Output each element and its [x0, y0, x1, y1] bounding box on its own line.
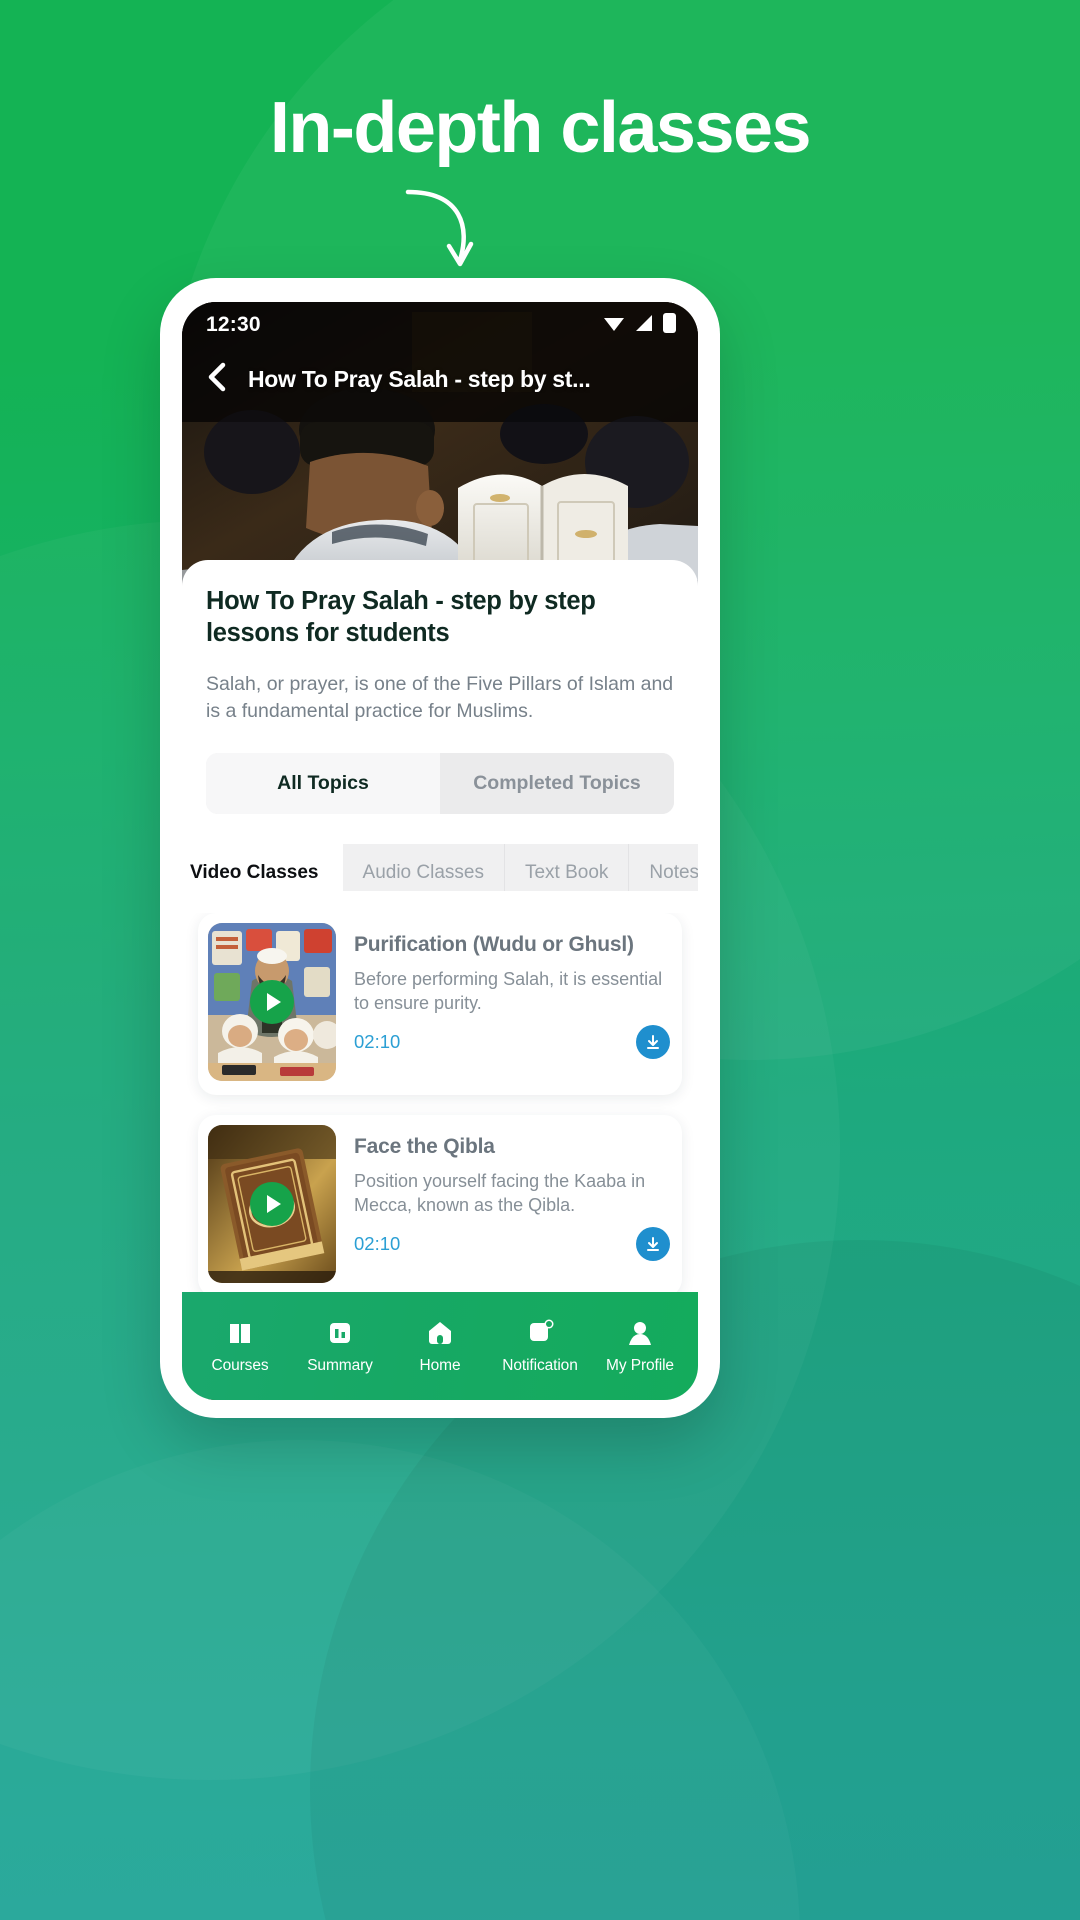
signal-icon [634, 314, 654, 337]
lesson-title: Purification (Wudu or Ghusl) [354, 932, 634, 956]
lesson-footer: 02:10 [354, 1024, 670, 1059]
play-icon[interactable] [250, 1181, 294, 1226]
chart-icon [325, 1318, 355, 1348]
phone-mockup: 12:30 How To Pray Salah - step by st... … [160, 278, 720, 1418]
lesson-description: Before performing Salah, it is essential… [354, 968, 663, 1013]
lesson-footer: 02:10 [354, 1226, 670, 1261]
nav-item-my-profile[interactable]: My Profile [590, 1318, 690, 1375]
lesson-card[interactable]: Face the Qibla Position yourself facing … [198, 1114, 682, 1297]
chevron-left-icon [206, 362, 228, 397]
lesson-description: Position yourself facing the Kaaba in Me… [354, 1170, 646, 1215]
download-icon[interactable] [636, 1226, 670, 1261]
book-icon [225, 1318, 255, 1348]
status-time: 12:30 [206, 313, 261, 336]
curved-arrow-down-icon [400, 186, 510, 276]
nav-item-notification[interactable]: Notification [490, 1318, 590, 1375]
lesson-duration: 02:10 [354, 1030, 401, 1052]
nav-label: Summary [307, 1356, 373, 1374]
nav-item-summary[interactable]: Summary [290, 1318, 390, 1375]
battery-icon [663, 312, 676, 338]
topic-segmented-control: All Topics Completed Topics [206, 753, 674, 815]
course-sheet: How To Pray Salah - step by step lessons… [182, 560, 698, 1400]
app-bar: How To Pray Salah - step by st... [182, 348, 698, 396]
nav-item-courses[interactable]: Courses [190, 1318, 290, 1375]
lesson-card[interactable]: Purification (Wudu or Ghusl) Before perf… [198, 912, 682, 1095]
lesson-duration: 02:10 [354, 1232, 401, 1254]
wifi-icon [603, 314, 625, 337]
course-description: Salah, or prayer, is one of the Five Pil… [206, 673, 674, 723]
tab-video-classes[interactable]: Video Classes [182, 844, 343, 891]
download-icon[interactable] [636, 1024, 670, 1059]
lesson-thumbnail[interactable] [208, 1124, 336, 1283]
status-bar: 12:30 [182, 302, 698, 348]
segment-completed-topics[interactable]: Completed Topics [440, 753, 674, 815]
tab-notes[interactable]: Notes [629, 844, 698, 891]
phone-screen: 12:30 How To Pray Salah - step by st... … [182, 302, 698, 1400]
nav-label: Home [419, 1356, 461, 1374]
back-button[interactable] [200, 362, 234, 396]
nav-label: Courses [211, 1356, 269, 1374]
status-icons [603, 312, 676, 338]
play-icon[interactable] [250, 979, 294, 1024]
course-hero: 12:30 How To Pray Salah - step by st... [182, 302, 698, 594]
app-bar-title: How To Pray Salah - step by st... [248, 365, 591, 392]
tab-text-book[interactable]: Text Book [504, 844, 630, 891]
person-icon [625, 1318, 655, 1348]
lesson-body: Face the Qibla Position yourself facing … [354, 1125, 670, 1283]
tab-audio-classes[interactable]: Audio Classes [342, 844, 505, 891]
category-tabs: Video Classes Audio Classes Text Book No… [182, 844, 698, 891]
nav-label: Notification [502, 1356, 578, 1374]
nav-item-home[interactable]: Home [390, 1318, 490, 1375]
lesson-thumbnail[interactable] [208, 922, 336, 1081]
lesson-title: Face the Qibla [354, 1134, 495, 1158]
promo-headline: In-depth classes [269, 88, 812, 168]
nav-label: My Profile [606, 1356, 674, 1374]
bell-dot-icon [525, 1318, 555, 1348]
bottom-navigation: Courses Summary Home Notification My Pro… [182, 1292, 698, 1400]
course-sheet-inner: How To Pray Salah - step by step lessons… [182, 560, 698, 815]
segment-all-topics[interactable]: All Topics [206, 753, 440, 815]
course-title: How To Pray Salah - step by step lessons… [206, 587, 596, 647]
home-icon [425, 1318, 455, 1348]
lesson-body: Purification (Wudu or Ghusl) Before perf… [354, 923, 670, 1081]
